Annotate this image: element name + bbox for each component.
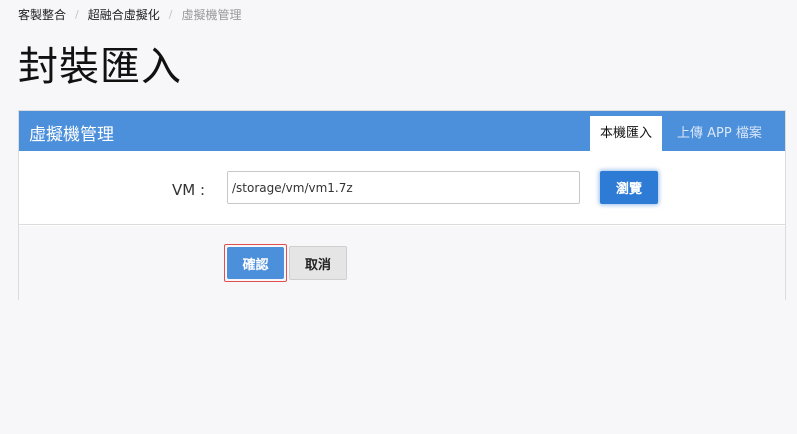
breadcrumb-item-hyperconverged[interactable]: 超融合虛擬化 (88, 6, 160, 23)
confirm-button[interactable]: 確認 (227, 247, 284, 279)
form-actions: 確認 取消 (19, 226, 785, 300)
import-panel: 虛擬機管理 本機匯入 上傳 APP 檔案 VM : 瀏覽 確認 取消 (18, 110, 786, 300)
breadcrumb-item-custom-integration[interactable]: 客製整合 (18, 6, 66, 23)
vm-field-row: VM : 瀏覽 (19, 151, 785, 225)
breadcrumb: 客製整合 / 超融合虛擬化 / 虛擬機管理 (18, 6, 241, 23)
breadcrumb-separator: / (168, 8, 173, 21)
vm-path-input[interactable] (227, 171, 580, 204)
tab-local-import[interactable]: 本機匯入 (590, 116, 663, 151)
browse-button[interactable]: 瀏覽 (600, 171, 658, 204)
vm-label: VM : (172, 181, 206, 199)
page-title: 封裝匯入 (18, 44, 182, 90)
cancel-button[interactable]: 取消 (289, 246, 347, 280)
tab-upload-app-file[interactable]: 上傳 APP 檔案 (667, 116, 772, 151)
panel-title: 虛擬機管理 (29, 125, 114, 145)
panel-header: 虛擬機管理 本機匯入 上傳 APP 檔案 (19, 111, 785, 151)
breadcrumb-item-vm-management: 虛擬機管理 (181, 8, 242, 22)
breadcrumb-separator: / (75, 8, 79, 21)
confirm-focus-ring: 確認 (224, 244, 287, 282)
